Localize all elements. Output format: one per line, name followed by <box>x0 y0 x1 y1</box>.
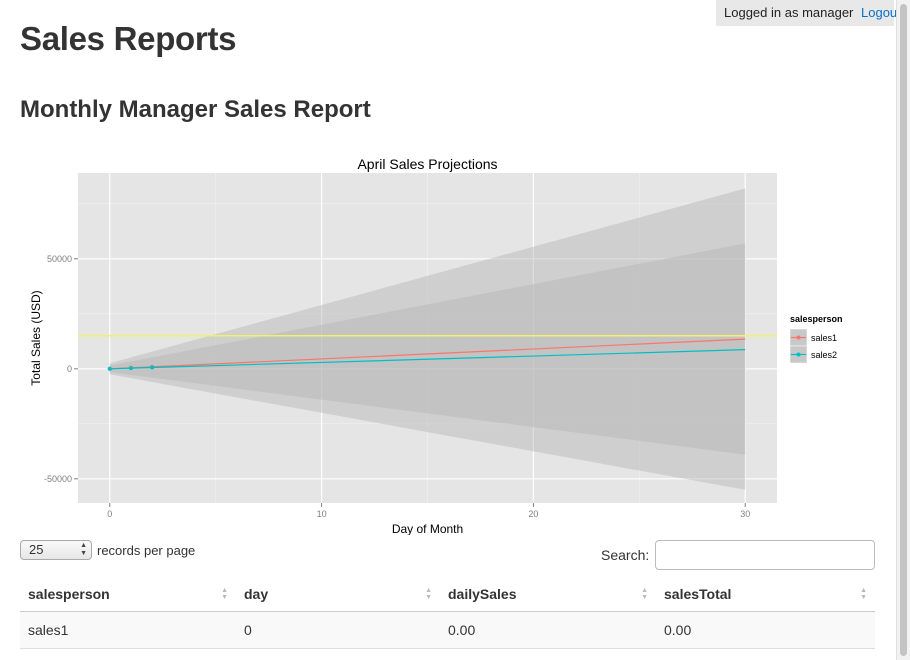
login-status-text: Logged in as manager <box>724 5 854 20</box>
logout-link[interactable]: Logout <box>861 5 901 20</box>
table-header-row: salesperson ▲ ▼ day ▲ ▼ dailySales ▲ ▼ salesTo… <box>20 576 875 612</box>
data-point-sales2 <box>128 366 133 371</box>
column-label: salesTotal <box>664 585 732 602</box>
x-tick-label: 20 <box>528 509 538 519</box>
column-label: dailySales <box>448 585 517 602</box>
sort-icon: ▲ ▼ <box>425 587 432 601</box>
table-row: sales1 0 0.00 0.00 <box>20 611 875 649</box>
y-axis-label: Total Sales (USD) <box>29 290 43 385</box>
y-tick-label: 50000 <box>47 254 72 264</box>
page-length-control: 25 ▲ ▼ records per page <box>20 540 195 560</box>
login-status-bar: Logged in as manager Logout <box>716 0 901 26</box>
sales-table: salesperson ▲ ▼ day ▲ ▼ dailySales ▲ ▼ salesTo… <box>20 576 875 649</box>
search-input[interactable] <box>655 540 876 570</box>
report-title: Monthly Manager Sales Report <box>20 96 371 123</box>
x-tick-label: 0 <box>107 509 112 519</box>
sales-projection-chart: 0 10 20 30 -50000 0 50000 April Sales Projectio… <box>29 156 843 535</box>
column-label: salesperson <box>28 585 110 602</box>
column-label: day <box>244 585 269 602</box>
y-tick-label: -50000 <box>44 474 72 484</box>
x-tick-label: 30 <box>740 509 750 519</box>
x-tick-label: 10 <box>317 509 327 519</box>
data-point-sales2 <box>107 366 112 371</box>
cell-day: 0 <box>236 611 440 649</box>
scrollbar-thumb[interactable] <box>900 4 907 656</box>
page-title: Sales Reports <box>20 20 237 57</box>
legend-label-sales2: sales2 <box>811 350 837 360</box>
y-tick-label: 0 <box>67 364 72 374</box>
column-header-salesperson[interactable]: salesperson ▲ ▼ <box>20 576 236 612</box>
search-label: Search: <box>601 547 650 563</box>
vertical-scrollbar[interactable] <box>896 0 910 660</box>
cell-salestotal: 0.00 <box>656 611 875 649</box>
sort-icon: ▲ ▼ <box>641 587 648 601</box>
page-length-value: 25 <box>29 542 44 557</box>
legend-title: salesperson <box>790 314 843 324</box>
data-point-sales2 <box>150 365 155 370</box>
column-header-day[interactable]: day ▲ ▼ <box>236 576 440 612</box>
sort-icon: ▲ ▼ <box>221 587 228 601</box>
chart-title: April Sales Projections <box>357 156 497 172</box>
records-per-page-label: records per page <box>97 542 196 558</box>
select-arrows-icon: ▲ ▼ <box>80 542 87 557</box>
cell-dailysales: 0.00 <box>440 611 656 649</box>
column-header-salestotal[interactable]: salesTotal ▲ ▼ <box>656 576 875 612</box>
sort-icon: ▲ ▼ <box>860 587 867 601</box>
x-axis-label: Day of Month <box>392 522 463 535</box>
legend-label-sales1: sales1 <box>811 333 837 343</box>
legend-marker-sales2 <box>796 352 801 357</box>
legend-marker-sales1 <box>796 335 801 340</box>
cell-salesperson: sales1 <box>20 611 236 649</box>
column-header-dailysales[interactable]: dailySales ▲ ▼ <box>440 576 656 612</box>
page-length-select[interactable]: 25 ▲ ▼ <box>20 540 92 560</box>
table-search: Search: <box>601 540 876 570</box>
